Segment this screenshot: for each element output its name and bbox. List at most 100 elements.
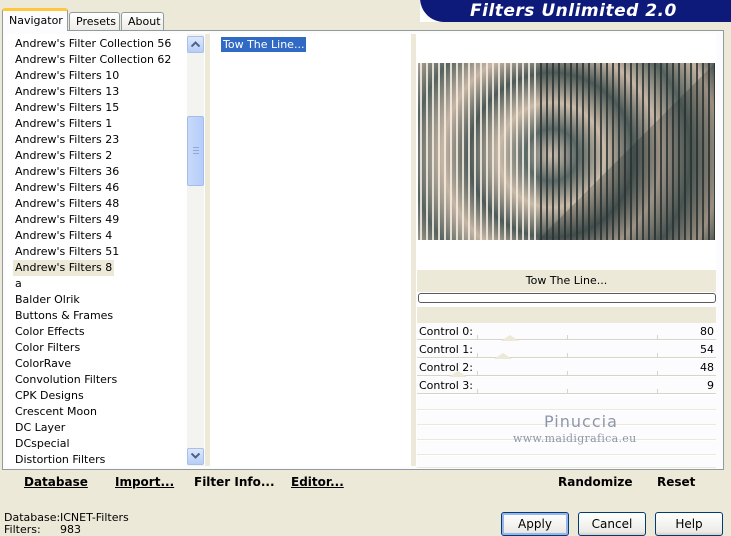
preview-stripe	[444, 63, 446, 240]
category-item[interactable]: Andrew's Filters 15	[13, 100, 121, 116]
category-item[interactable]: Andrew's Filters 13	[13, 84, 121, 100]
cancel-button[interactable]: Cancel	[578, 512, 646, 536]
status-filters: Filters: 983	[4, 523, 81, 536]
preview-stripe	[450, 63, 452, 240]
slider-thumb[interactable]	[501, 335, 519, 341]
reset-button[interactable]: Reset	[653, 470, 699, 494]
control-value: 80	[700, 325, 714, 338]
slider-thumb[interactable]	[532, 317, 550, 323]
category-item[interactable]: Color Filters	[13, 340, 82, 356]
category-item[interactable]: Andrew's Filters 46	[13, 180, 121, 196]
help-button[interactable]: Help	[655, 512, 723, 536]
slider-tick	[477, 389, 478, 393]
category-item[interactable]: DC Layer	[13, 420, 67, 436]
category-item[interactable]: ColorRave	[13, 356, 73, 372]
editor-button[interactable]: Editor...	[287, 470, 348, 494]
randomize-button[interactable]: Randomize	[554, 470, 636, 494]
category-scrollbar[interactable]	[187, 34, 204, 466]
tab-about[interactable]: About	[121, 12, 164, 31]
randomize-label: Randomize	[558, 475, 633, 489]
status-filters-label: Filters:	[4, 523, 41, 536]
control-value: 9	[707, 379, 714, 392]
control-slider-3[interactable]: Control 3: 9	[417, 371, 716, 394]
category-item[interactable]: Andrew's Filters 48	[13, 196, 121, 212]
category-item[interactable]: Andrew's Filters 10	[13, 68, 121, 84]
category-item[interactable]: Balder Olrik	[13, 292, 82, 308]
control-slider-0[interactable]: Control 0: 80	[417, 317, 716, 340]
slider-tick	[567, 371, 568, 375]
category-item[interactable]: a	[13, 276, 24, 292]
slider-thumb[interactable]	[449, 371, 467, 377]
preview-stripe	[432, 63, 434, 240]
apply-button[interactable]: Apply	[501, 512, 569, 536]
apply-label: Apply	[518, 517, 552, 531]
preview-stripe	[540, 63, 542, 240]
preview-stripe	[456, 63, 458, 240]
progress-bar	[418, 293, 716, 303]
help-label: Help	[675, 517, 703, 531]
scroll-up-button[interactable]	[187, 36, 204, 53]
category-item[interactable]: Andrew's Filters 4	[13, 228, 114, 244]
category-item[interactable]: Crescent Moon	[13, 404, 99, 420]
scroll-thumb[interactable]	[187, 116, 204, 186]
category-item[interactable]: Andrew's Filter Collection 62	[13, 52, 173, 68]
control-label: Control 1:	[419, 343, 473, 356]
category-item[interactable]: Andrew's Filter Collection 56	[13, 36, 173, 52]
category-item[interactable]: DCspecial	[13, 436, 72, 452]
category-item-selected[interactable]: Andrew's Filters 8	[13, 260, 115, 276]
tab-presets[interactable]: Presets	[69, 12, 120, 31]
category-item[interactable]: Color Effects	[13, 324, 87, 340]
category-item[interactable]: Andrew's Filters 36	[13, 164, 121, 180]
header-banner: Filters Unlimited 2.0	[420, 0, 731, 22]
empty-control-row	[417, 396, 716, 410]
control-slider-1[interactable]: Control 1: 54	[417, 335, 716, 358]
import-label: Import...	[115, 475, 175, 489]
control-label: Control 3:	[419, 379, 473, 392]
preview-stripe	[516, 63, 518, 240]
preview-stripe	[474, 63, 476, 240]
preview-stripe	[438, 63, 440, 240]
preview-stripe	[420, 63, 422, 240]
editor-label: Editor...	[291, 475, 344, 489]
filter-list[interactable]: Tow The Line...	[210, 34, 411, 466]
preview-stripe	[462, 63, 464, 240]
preview-stripe	[498, 63, 500, 240]
category-item[interactable]: Distortion Filters	[13, 452, 107, 466]
slider-tick	[567, 353, 568, 357]
preview-stripe	[480, 63, 482, 240]
slider-tick	[657, 371, 658, 375]
empty-control-row	[417, 456, 716, 468]
chevron-down-icon	[190, 452, 201, 459]
preview-stripe	[546, 63, 548, 240]
preview-stripe	[534, 63, 536, 240]
tab-navigator-label: Navigator	[9, 14, 63, 27]
scroll-down-button[interactable]	[187, 448, 204, 465]
preview-stripe	[528, 63, 530, 240]
filter-info-button[interactable]: Filter Info...	[190, 470, 279, 494]
preview-stripe	[510, 63, 512, 240]
tab-navigator[interactable]: Navigator	[2, 8, 68, 31]
database-button[interactable]: Database	[20, 470, 92, 494]
slider-tick	[657, 353, 658, 357]
category-item[interactable]: Andrew's Filters 49	[13, 212, 121, 228]
reset-label: Reset	[657, 475, 696, 489]
import-button[interactable]: Import...	[111, 470, 178, 494]
thumb-grip	[193, 153, 199, 154]
preview-stripe	[504, 63, 506, 240]
slider-thumb[interactable]	[494, 353, 512, 359]
watermark-name: Pinuccia	[544, 412, 618, 431]
category-item[interactable]: CPK Designs	[13, 388, 86, 404]
category-item[interactable]: Buttons & Frames	[13, 308, 115, 324]
filter-item-selected[interactable]: Tow The Line...	[219, 36, 308, 53]
category-list[interactable]: Andrew's Filter Collection 56 Andrew's Fi…	[6, 34, 205, 466]
status-filters-value: 983	[60, 523, 81, 536]
chevron-up-icon	[190, 41, 201, 48]
control-label: Control 0:	[419, 325, 473, 338]
preview-stripe	[558, 63, 560, 240]
category-item[interactable]: Andrew's Filters 2	[13, 148, 114, 164]
category-item[interactable]: Convolution Filters	[13, 372, 119, 388]
category-item[interactable]: Andrew's Filters 51	[13, 244, 121, 260]
category-item[interactable]: Andrew's Filters 1	[13, 116, 114, 132]
category-item[interactable]: Andrew's Filters 23	[13, 132, 121, 148]
preview-stripe	[492, 63, 494, 240]
